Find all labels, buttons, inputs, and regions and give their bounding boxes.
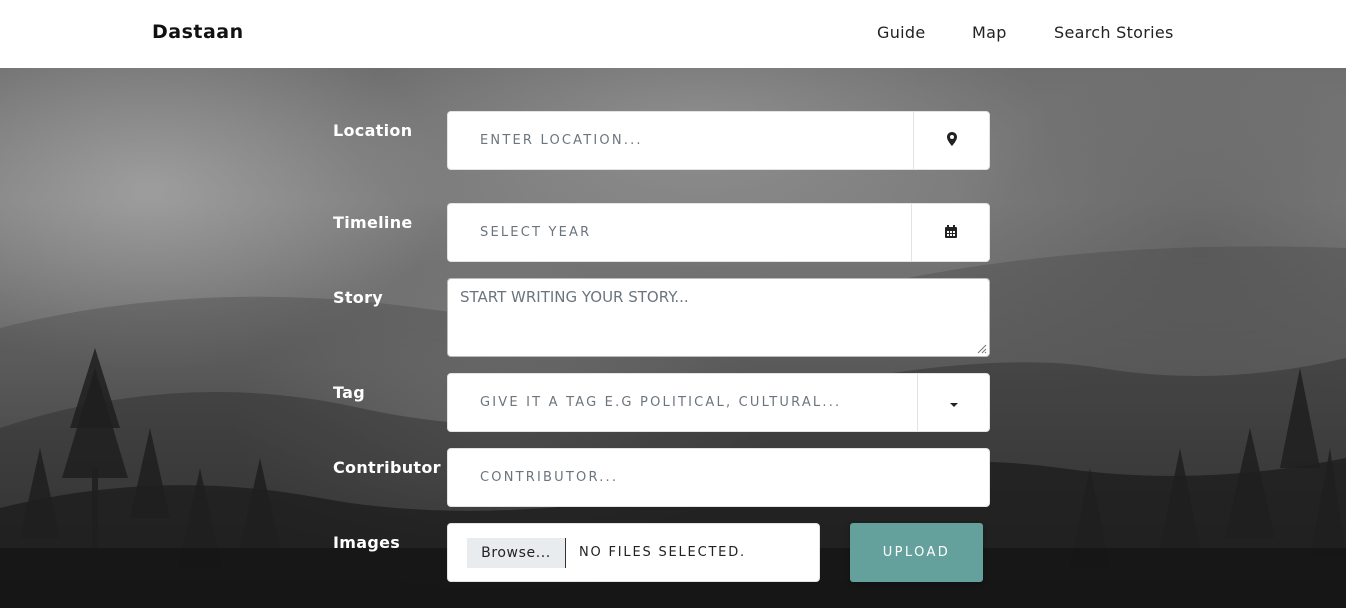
tag-select[interactable]: GIVE IT A TAG E.G POLITICAL, CULTURAL...	[447, 373, 990, 432]
tag-label: Tag	[333, 383, 366, 402]
contributor-input[interactable]: CONTRIBUTOR...	[447, 448, 990, 507]
location-input[interactable]: ENTER LOCATION...	[447, 111, 990, 170]
caret-down-icon	[949, 393, 958, 412]
timeline-input[interactable]: SELECT YEAR	[447, 203, 990, 262]
timeline-placeholder: SELECT YEAR	[480, 225, 592, 240]
brand-logo-text[interactable]: Dastaan	[152, 21, 244, 43]
tag-dropdown-toggle[interactable]	[917, 374, 989, 431]
navbar: Dastaan Guide Map Search Stories	[0, 0, 1346, 68]
story-textarea[interactable]: START WRITING YOUR STORY...	[447, 278, 990, 357]
nav-link-map[interactable]: Map	[972, 23, 1007, 42]
calendar-icon	[944, 223, 957, 242]
file-status-text: NO FILES SELECTED.	[579, 545, 746, 560]
browse-button[interactable]: Browse...	[467, 538, 566, 568]
year-picker-button[interactable]	[911, 204, 989, 261]
image-file-input[interactable]: Browse... NO FILES SELECTED.	[447, 523, 820, 582]
contributor-placeholder: CONTRIBUTOR...	[480, 470, 619, 485]
resize-handle-icon[interactable]	[975, 342, 987, 354]
location-placeholder: ENTER LOCATION...	[480, 133, 643, 148]
nav-link-search-stories[interactable]: Search Stories	[1054, 23, 1174, 42]
location-picker-button[interactable]	[913, 112, 989, 169]
contributor-label: Contributor	[333, 458, 441, 477]
story-label: Story	[333, 288, 383, 307]
map-marker-icon	[946, 131, 957, 150]
nav-link-guide[interactable]: Guide	[877, 23, 925, 42]
timeline-label: Timeline	[333, 213, 413, 232]
location-label: Location	[333, 121, 413, 140]
story-placeholder: START WRITING YOUR STORY...	[460, 288, 689, 306]
tag-placeholder: GIVE IT A TAG E.G POLITICAL, CULTURAL...	[480, 395, 842, 410]
images-label: Images	[333, 533, 401, 552]
upload-button[interactable]: UPLOAD	[850, 523, 983, 582]
